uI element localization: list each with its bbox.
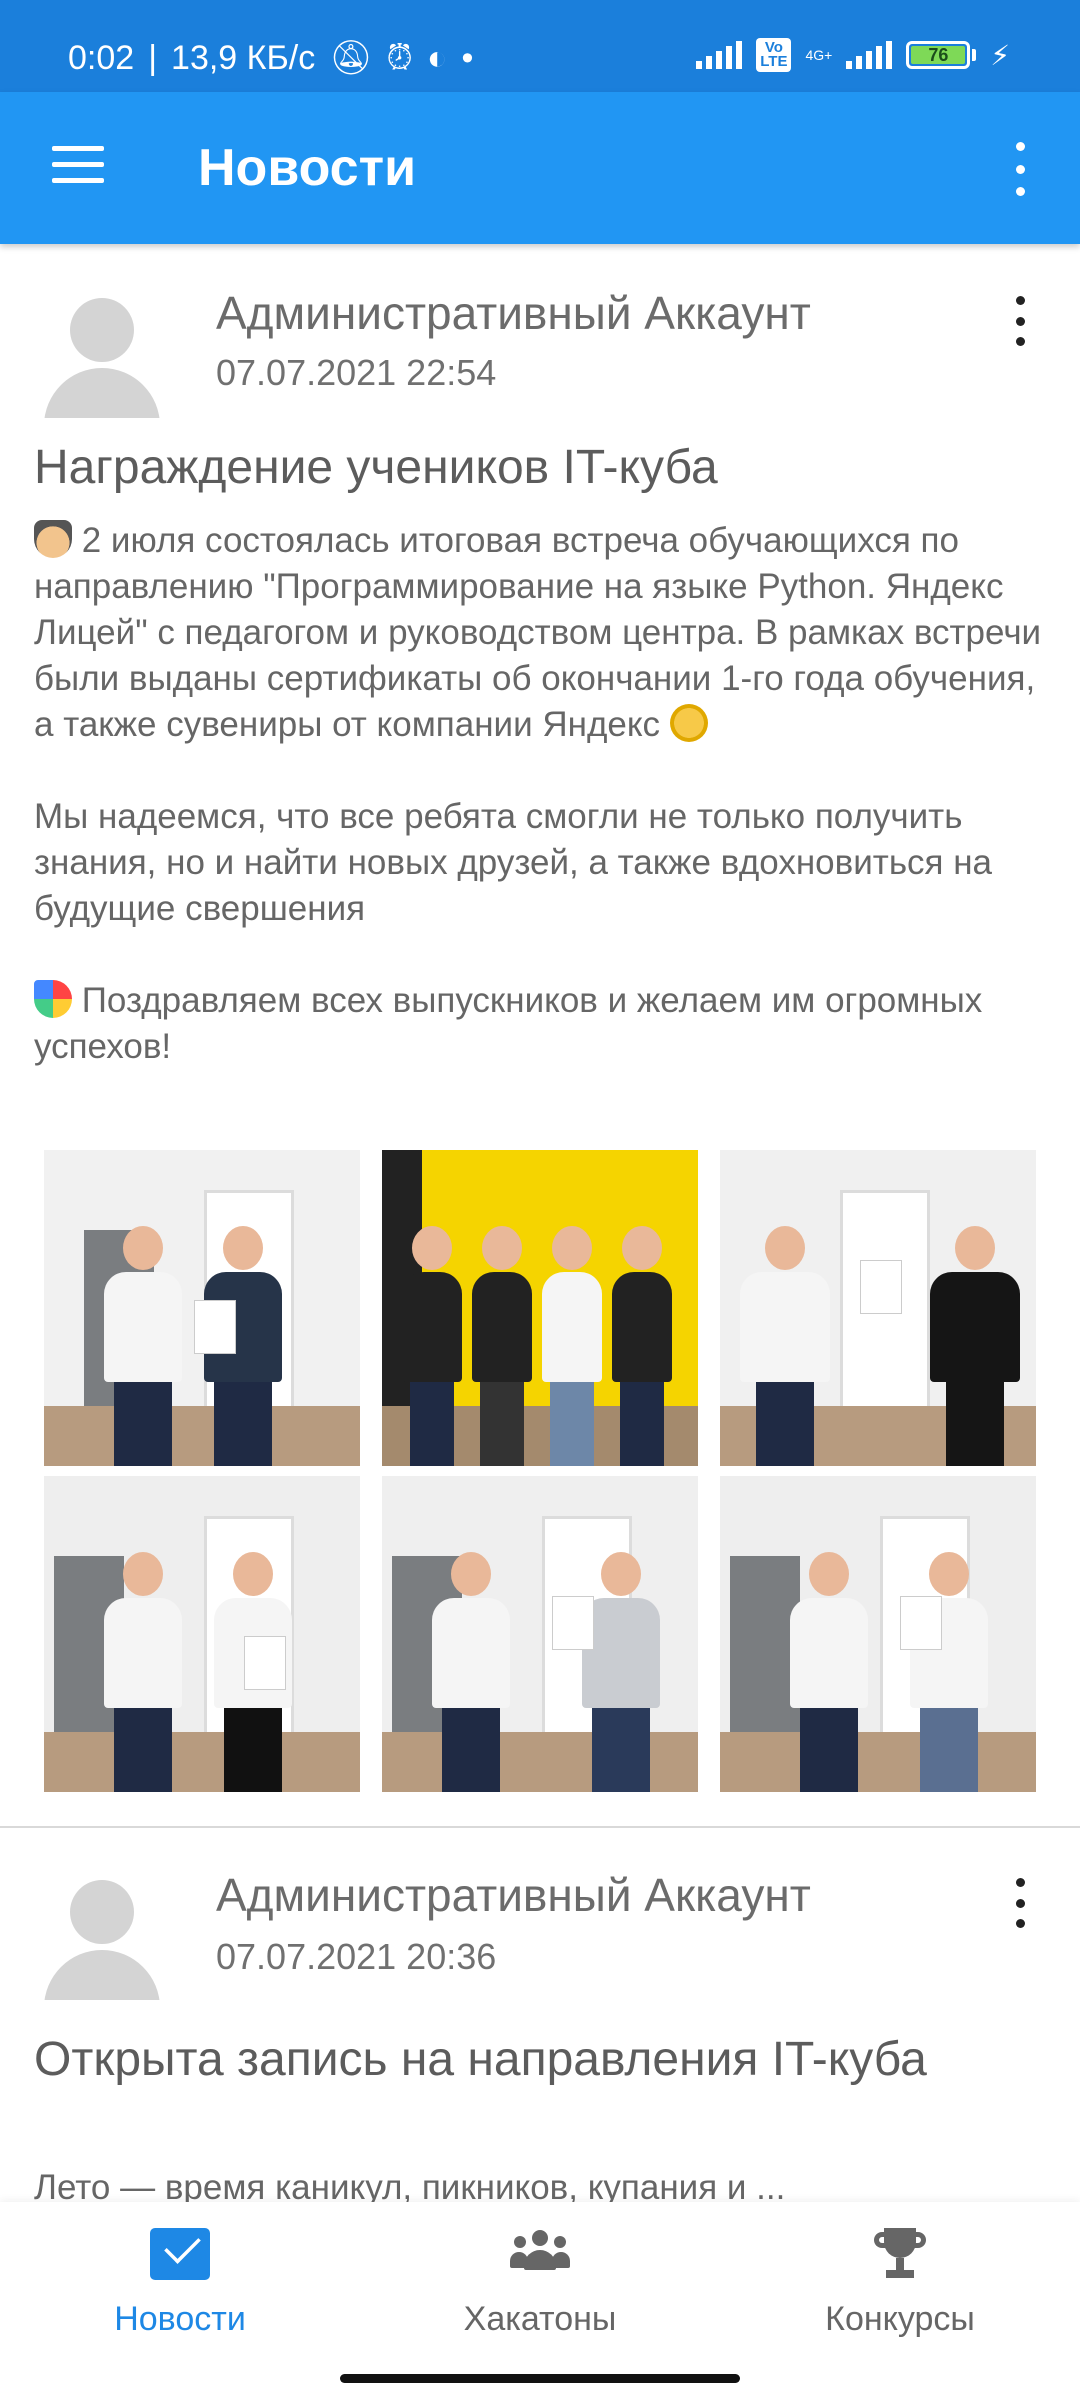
post-title: Награждение учеников IT-куба	[34, 441, 718, 494]
app-notification-icon: ◐	[426, 38, 448, 77]
status-bar: 0:02 | 13,9 КБ/с 🔕︎ ⏰︎ ◐ • Vo LTE 4G+ 76 …	[0, 0, 1080, 92]
gallery-photo[interactable]	[382, 1150, 698, 1466]
post-date: 07.07.2021 20:36	[216, 1936, 497, 1977]
status-left: 0:02 | 13,9 КБ/с 🔕︎ ⏰︎ ◐ •	[68, 38, 473, 78]
group-icon	[510, 2228, 570, 2280]
post-body-p3: Поздравляем всех выпускников и желаем им…	[34, 981, 993, 1066]
news-post[interactable]: Административный Аккаунт 07.07.2021 22:5…	[0, 244, 1080, 1828]
overflow-menu-icon[interactable]	[1008, 142, 1032, 196]
post-body: 2 июля состоялась итоговая встреча обуча…	[34, 518, 1064, 1070]
gallery-photo[interactable]	[44, 1150, 360, 1466]
student-emoji-icon	[34, 520, 72, 558]
mail-icon	[150, 2228, 210, 2280]
post-title: Открыта запись на направления IT-куба	[34, 2033, 927, 2086]
charging-icon: ⚡︎	[990, 39, 1010, 71]
status-divider: |	[148, 38, 158, 77]
post-body-p2: Мы надеемся, что все ребята смогли не то…	[34, 797, 1002, 928]
volte-icon: Vo LTE	[756, 38, 792, 72]
nav-item-label: Конкурсы	[825, 2300, 975, 2338]
status-speed: 13,9 КБ/с	[171, 38, 316, 77]
gallery-photo[interactable]	[720, 1476, 1036, 1792]
post-date: 07.07.2021 22:54	[216, 352, 497, 393]
more-notifications-icon: •	[461, 38, 474, 77]
status-right: Vo LTE 4G+ 76 ⚡︎	[696, 38, 1010, 72]
gallery-photo[interactable]	[382, 1476, 698, 1792]
post-body-p1: 2 июля состоялась итоговая встреча обуча…	[34, 521, 1051, 744]
status-time: 0:02	[68, 38, 135, 77]
page-title: Новости	[198, 139, 417, 197]
nav-item-news[interactable]: Новости	[30, 2228, 330, 2339]
trophy-icon	[870, 2228, 930, 2280]
app-bar: Новости	[0, 92, 1080, 244]
home-indicator[interactable]	[340, 2374, 740, 2383]
avatar	[44, 298, 160, 418]
nav-item-contests[interactable]: Конкурсы	[750, 2228, 1050, 2339]
gallery-photo[interactable]	[44, 1476, 360, 1792]
network-type: 4G+	[805, 47, 833, 63]
battery-icon: 76	[906, 41, 977, 69]
signal-icon-2	[846, 41, 893, 69]
bottom-navigation: Новости Хакатоны Конкурсы	[0, 2202, 1080, 2400]
nav-item-hackathons[interactable]: Хакатоны	[390, 2228, 690, 2339]
news-post[interactable]: Административный Аккаунт 07.07.2021 20:3…	[0, 1828, 1080, 2202]
gallery-photo[interactable]	[720, 1150, 1036, 1466]
nav-item-label: Новости	[114, 2300, 246, 2338]
signal-icon	[696, 41, 743, 69]
hamburger-menu-icon[interactable]	[52, 146, 104, 186]
post-more-icon[interactable]	[1008, 296, 1032, 346]
mute-icon: 🔕︎	[329, 39, 373, 77]
post-more-icon[interactable]	[1008, 1878, 1032, 1928]
battery-level: 76	[911, 45, 966, 65]
photo-gallery	[44, 1150, 1036, 1792]
party-emoji-icon	[34, 980, 72, 1018]
avatar	[44, 1880, 160, 2000]
medal-emoji-icon	[669, 704, 708, 742]
nav-item-label: Хакатоны	[463, 2300, 617, 2338]
news-feed[interactable]: Административный Аккаунт 07.07.2021 22:5…	[0, 244, 1080, 2202]
alarm-icon: ⏰︎	[386, 38, 413, 77]
post-author: Административный Аккаунт	[216, 287, 811, 339]
post-author: Административный Аккаунт	[216, 1869, 811, 1921]
post-excerpt: Лето — время каникул, пикников, купания …	[34, 2168, 786, 2202]
